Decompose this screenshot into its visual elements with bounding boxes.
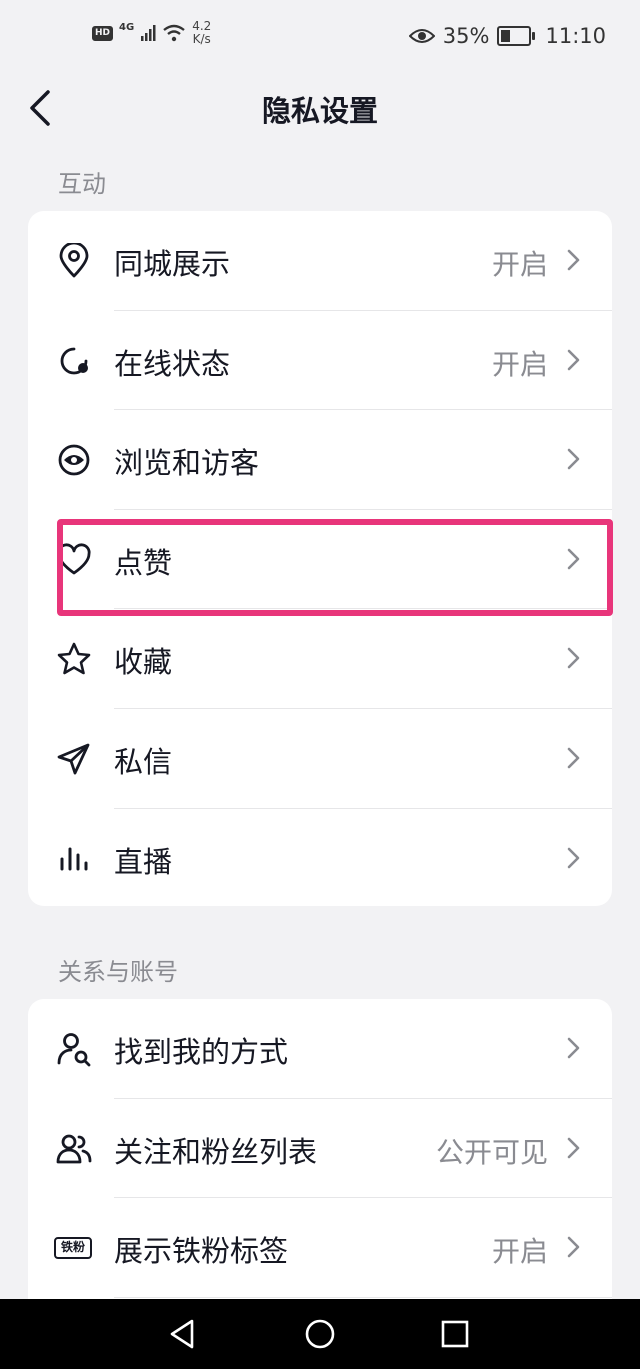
users-icon [56,1134,92,1163]
relations-card: 找到我的方式 关注和粉丝列表 公开可见 铁粉 展示铁粉标签 开启 [28,999,612,1319]
battery-percent: 35% [442,24,490,48]
battery-icon [497,26,536,46]
row-label: 展示铁粉标签 [114,1234,289,1269]
status-right: 35% 11:10 [408,24,606,48]
section-label-relations: 关系与账号 [58,958,178,986]
fan-badge-icon: 铁粉 [54,1237,92,1260]
chevron-right-icon [567,1137,580,1158]
net-speed: 4.2 K/s [192,20,211,46]
bar-chart-icon [60,847,88,871]
chevron-right-icon [567,1037,580,1059]
network-type: 4G [119,21,135,33]
status-bar: HD 4G 4.2 K/s 35% 11:10 [0,0,640,76]
section-label-interaction: 互动 [58,170,106,198]
row-find-me[interactable]: 找到我的方式 [28,999,612,1099]
hd-indicator: HD [92,25,114,41]
row-label: 直播 [114,844,173,879]
row-online-status[interactable]: 在线状态 开启 [28,311,612,411]
signal-icon [141,25,156,41]
system-nav-bar [0,1299,640,1369]
row-label: 点赞 [114,545,173,580]
chevron-right-icon [567,648,580,669]
heart-icon [57,543,91,575]
nav-back-icon[interactable] [166,1317,200,1351]
nav-recents-icon[interactable] [438,1317,472,1351]
chevron-right-icon [567,349,580,370]
row-favorites[interactable]: 收藏 [28,609,612,709]
row-fan-badge[interactable]: 铁粉 展示铁粉标签 开启 [28,1198,612,1298]
nav-home-icon[interactable] [303,1317,337,1351]
row-label: 私信 [114,744,173,779]
eye-comfort-icon [408,29,435,43]
page-title: 隐私设置 [261,94,378,128]
row-label: 在线状态 [114,346,231,381]
user-search-icon [57,1033,91,1067]
chevron-right-icon [567,747,580,769]
status-left: HD 4G 4.2 K/s [92,20,211,46]
header: 隐私设置 [0,76,640,142]
fan-badge-text: 铁粉 [60,1240,85,1255]
paper-plane-icon [57,743,90,775]
row-value: 开启 [491,248,548,281]
clock: 11:10 [545,24,606,48]
row-views-visitors[interactable]: 浏览和访客 [28,410,612,510]
row-label: 同城展示 [114,247,231,281]
row-live[interactable]: 直播 [28,809,612,906]
chevron-right-icon [567,448,580,470]
row-value: 公开可见 [435,1135,548,1169]
divider [114,1296,612,1298]
chevron-right-icon [567,548,580,570]
eye-icon [58,444,90,476]
star-icon [57,643,91,675]
row-value: 开启 [491,347,548,381]
chevron-right-icon [567,1236,580,1258]
location-pin-icon [59,243,89,278]
chevron-right-icon [567,847,580,868]
row-nearby-display[interactable]: 同城展示 开启 [28,211,612,311]
row-messages[interactable]: 私信 [28,709,612,809]
row-label: 关注和粉丝列表 [114,1134,318,1169]
net-speed-unit: K/s [192,32,211,46]
interaction-card: 同城展示 开启 在线状态 开启 浏览和访客 点赞 收藏 私信 直播 [28,211,612,906]
row-label: 收藏 [114,645,173,680]
row-value: 开启 [491,1235,548,1269]
row-likes[interactable]: 点赞 [28,510,612,610]
online-status-icon [60,347,88,374]
row-label: 找到我的方式 [114,1035,289,1069]
wifi-icon [163,24,185,42]
row-label: 浏览和访客 [114,446,260,481]
row-follow-fans-list[interactable]: 关注和粉丝列表 公开可见 [28,1099,612,1199]
chevron-right-icon [567,249,580,271]
